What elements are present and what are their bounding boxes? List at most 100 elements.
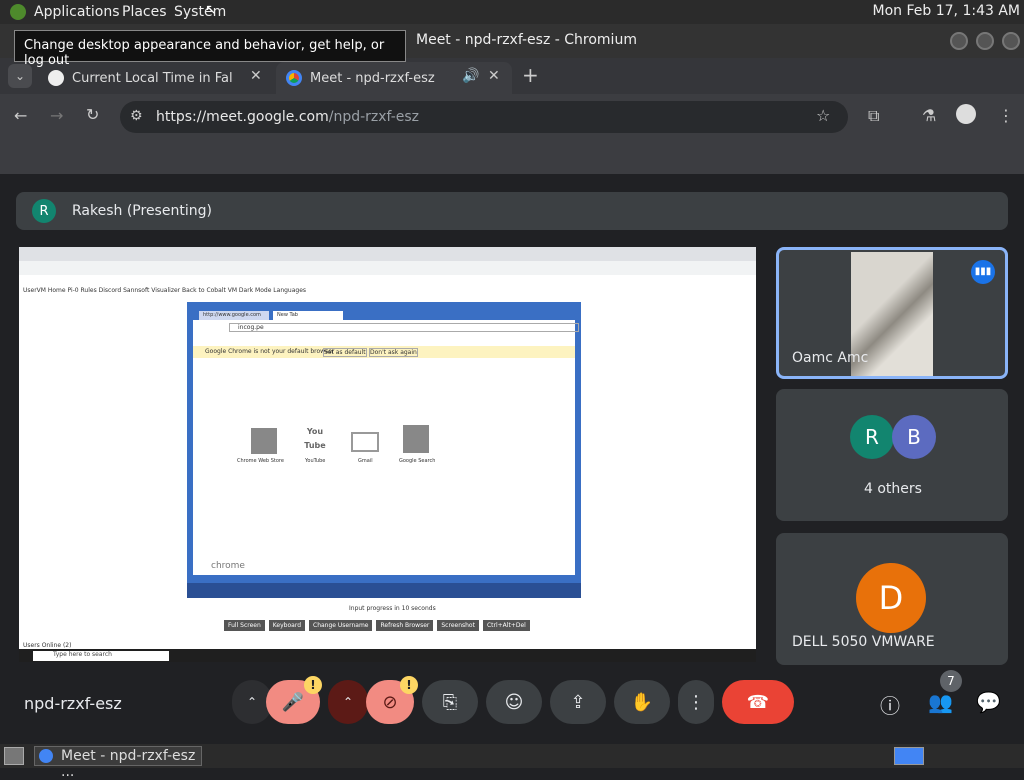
- people-icon[interactable]: 👥: [928, 690, 953, 714]
- presenting-label: Rakesh (Presenting): [72, 203, 212, 219]
- chrome-logo-text: chrome: [211, 561, 245, 571]
- toolbar-spacer: [0, 140, 1024, 174]
- app-label: YouTube: [305, 458, 326, 464]
- shared-screen[interactable]: UserVM Home Pi-0 Rules Discord Sannsoft …: [19, 247, 756, 662]
- chromium-taskbar-icon: [39, 749, 53, 763]
- address-bar[interactable]: ⚙ https://meet.google.com/npd-rzxf-esz ☆: [120, 101, 848, 133]
- taskbar-window-meet[interactable]: Meet - npd-rzxf-esz ...: [34, 746, 202, 780]
- inner-url: incog.pe: [238, 324, 264, 331]
- taskbar-window-label: Meet - npd-rzxf-esz ...: [61, 748, 196, 780]
- video-options-button[interactable]: ⌃: [328, 680, 368, 724]
- extensions-icon[interactable]: ⧉: [868, 106, 879, 126]
- workspace-switcher-icon[interactable]: [894, 747, 924, 765]
- minimize-button[interactable]: [950, 32, 968, 50]
- speaking-indicator-icon: ▮▮▮: [971, 260, 995, 284]
- app-label: Chrome Web Store: [237, 458, 284, 464]
- tab-label: Current Local Time in Fall Riv: [72, 70, 232, 86]
- people-count-badge: 7: [940, 670, 962, 692]
- inner-tab: New Tab: [273, 311, 343, 320]
- vm-button: Full Screen: [224, 620, 265, 631]
- meet-controls: npd-rzxf-esz ⌃ 🎤 ! ⌃ ⊘ ! ⎘ ☺ ⇪ ✋ ⋮ ☎ ⓘ 👥…: [0, 668, 1024, 736]
- window-title: Meet - npd-rzxf-esz - Chromium: [416, 32, 637, 48]
- present-button[interactable]: ⇪: [550, 680, 606, 724]
- url-text[interactable]: https://meet.google.com/npd-rzxf-esz: [156, 109, 419, 125]
- end-call-button[interactable]: ☎: [722, 680, 794, 724]
- browser-menu-icon[interactable]: ⋮: [998, 106, 1014, 125]
- mic-warning-icon: !: [304, 676, 322, 694]
- mouse-cursor-icon: ↖: [205, 2, 217, 18]
- vm-button: Change Username: [309, 620, 373, 631]
- shared-tabbar: [19, 247, 756, 261]
- avatar-r: R: [850, 415, 894, 459]
- inner-url-box: incog.pe: [229, 323, 579, 332]
- panel-clock[interactable]: Mon Feb 17, 1:43 AM: [873, 3, 1020, 19]
- inner-tab-label: New Tab: [277, 312, 298, 318]
- back-icon[interactable]: ←: [14, 106, 27, 125]
- gnome-foot-icon[interactable]: [10, 4, 26, 20]
- participant-tile-others[interactable]: R B 4 others: [776, 389, 1008, 521]
- captions-button[interactable]: ⎘: [422, 680, 478, 724]
- emoji-button[interactable]: ☺: [486, 680, 542, 724]
- top-panel: Applications Places System ↖ Mon Feb 17,…: [0, 0, 1024, 24]
- new-tab-icon[interactable]: +: [522, 63, 539, 87]
- inner-infobar-btn: Set as default: [323, 348, 367, 357]
- show-desktop-icon[interactable]: [4, 747, 24, 765]
- tab-local-time[interactable]: Current Local Time in Fall Riv ✕: [40, 62, 270, 94]
- bookmark-star-icon[interactable]: ☆: [816, 106, 830, 125]
- win-search-box: Type here to search: [33, 651, 169, 661]
- participant-tile-dell[interactable]: D DELL 5050 VMWARE: [776, 533, 1008, 665]
- chromium-favicon-icon: [286, 70, 302, 86]
- inner-taskbar: [187, 583, 581, 598]
- meet-main: R Rakesh (Presenting) UserVM Home Pi-0 R…: [0, 174, 1024, 742]
- participant-tile-oamc[interactable]: ▮▮▮ Oamc Amc: [776, 247, 1008, 379]
- participant-name: DELL 5050 VMWARE: [792, 634, 935, 650]
- tab-label: Meet - npd-rzxf-esz: [310, 70, 435, 86]
- shared-caption: Input progress in 10 seconds: [349, 605, 436, 612]
- reload-icon[interactable]: ↻: [86, 105, 99, 124]
- chat-icon[interactable]: 💬: [976, 690, 1001, 714]
- vm-button: Refresh Browser: [376, 620, 434, 631]
- shared-win-taskbar: Type here to search: [19, 649, 756, 662]
- forward-icon[interactable]: →: [50, 106, 63, 125]
- maximize-button[interactable]: [976, 32, 994, 50]
- clock-favicon-icon: [48, 70, 64, 86]
- shared-addressbar: [19, 261, 756, 275]
- tab-meet[interactable]: Meet - npd-rzxf-esz 🔊 ✕: [276, 62, 512, 94]
- shared-button-row: Full Screen Keyboard Change Username Ref…: [224, 620, 530, 631]
- close-tab-icon[interactable]: ✕: [250, 68, 262, 84]
- inner-infobar-text: Google Chrome is not your default browse…: [205, 348, 335, 355]
- raise-hand-button[interactable]: ✋: [614, 680, 670, 724]
- close-window-button[interactable]: [1002, 32, 1020, 50]
- users-online: Users Online (2): [23, 642, 72, 649]
- profile-icon[interactable]: [956, 104, 976, 124]
- browser-toolbar: ← → ↻ ⚙ https://meet.google.com/npd-rzxf…: [0, 94, 1024, 140]
- system-menu[interactable]: System: [174, 4, 226, 20]
- meeting-info-icon[interactable]: ⓘ: [880, 690, 900, 719]
- shared-bookmarks: UserVM Home Pi-0 Rules Discord Sannsoft …: [23, 287, 307, 294]
- tab-audio-icon[interactable]: 🔊: [462, 68, 479, 84]
- inner-chrome-window: http://www.google.com New Tab incog.pe G…: [187, 302, 581, 598]
- camera-warning-icon: !: [400, 676, 418, 694]
- site-info-icon[interactable]: ⚙: [130, 108, 143, 124]
- close-tab-icon[interactable]: ✕: [488, 68, 500, 84]
- avatar-d: D: [856, 563, 926, 633]
- avatar-b: B: [892, 415, 936, 459]
- url-path: /npd-rzxf-esz: [328, 109, 420, 125]
- inner-tab: http://www.google.com: [199, 311, 269, 320]
- applications-menu[interactable]: Applications: [34, 4, 120, 20]
- vm-button: Ctrl+Alt+Del: [482, 620, 530, 631]
- inner-page: incog.pe Google Chrome is not your defau…: [193, 320, 579, 575]
- places-menu[interactable]: Places: [122, 4, 167, 20]
- presenter-avatar: R: [32, 199, 56, 223]
- app-label: Google Search: [399, 458, 436, 464]
- inner-tab-label: http://www.google.com: [203, 312, 261, 318]
- more-options-button[interactable]: ⋮: [678, 680, 714, 724]
- app-label: Gmail: [358, 458, 373, 464]
- inner-infobar-btn: Don't ask again: [369, 348, 418, 357]
- vm-button: Screenshot: [437, 620, 479, 631]
- participant-name: Oamc Amc: [792, 350, 869, 366]
- gmail-icon: [351, 432, 379, 452]
- google-search-icon: [403, 425, 429, 453]
- labs-icon[interactable]: ⚗: [922, 106, 936, 125]
- chrome-web-store-icon: [251, 428, 277, 454]
